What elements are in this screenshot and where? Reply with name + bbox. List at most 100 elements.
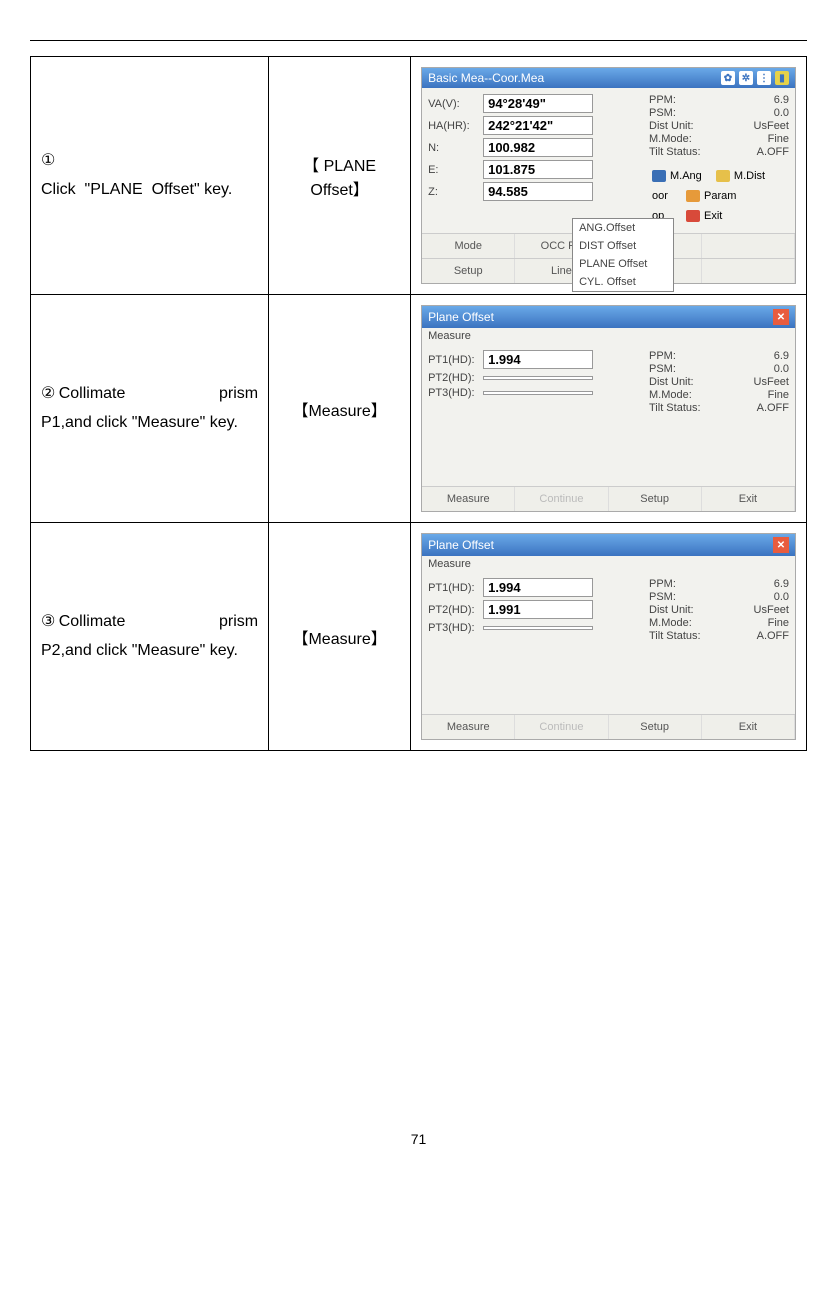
info-label: Dist Unit: [649, 120, 694, 132]
field-value: 1.994 [483, 578, 593, 597]
action-cell: 【Measure】 [269, 295, 411, 523]
info-label: Tilt Status: [649, 630, 701, 642]
info-value: 0.0 [774, 363, 789, 375]
page-number: 71 [30, 1131, 807, 1147]
window-title: Basic Mea--Coor.Mea [428, 71, 544, 85]
bottom-toolbar: Measure Continue Setup Exit [422, 486, 795, 511]
body-area: VA(V):94°28'49" HA(HR):242°21'42" N:100.… [422, 88, 795, 233]
circle-icon [652, 170, 666, 182]
screenshot-cell: Plane Offset ✕ Measure PT1(HD):1.994 PT2… [411, 295, 807, 523]
field-value: 101.875 [483, 160, 593, 179]
hidden-button [702, 259, 795, 283]
field-value [483, 391, 593, 395]
step-text: ③Collimate prism P2,and click "Measure" … [41, 608, 258, 666]
info-column: PPM:6.9 PSM:0.0 Dist Unit:UsFeet M.Mode:… [649, 578, 789, 708]
info-column: PPM:6.9 PSM:0.0 Dist Unit:UsFeet M.Mode:… [649, 350, 789, 480]
settings-icon[interactable]: ✲ [739, 71, 753, 85]
bluetooth-icon[interactable]: ⋮ [757, 71, 771, 85]
field-label: E: [428, 164, 483, 176]
window-title: Plane Offset [428, 310, 494, 324]
info-label: Dist Unit: [649, 604, 694, 616]
mode-button[interactable]: Mode [422, 234, 515, 258]
step-cell: ①Click "PLANE Offset" key. [31, 57, 269, 295]
table-row: ③Collimate prism P2,and click "Measure" … [31, 523, 807, 751]
field-label: PT3(HD): [428, 622, 483, 634]
field-value: 94.585 [483, 182, 593, 201]
screenshot-plane-offset-1: Plane Offset ✕ Measure PT1(HD):1.994 PT2… [421, 305, 796, 512]
bottom-toolbar: Measure Continue Setup Exit [422, 714, 795, 739]
exit-icon [686, 210, 700, 222]
field-value: 100.982 [483, 138, 593, 157]
info-value: 0.0 [774, 107, 789, 119]
info-label: PSM: [649, 591, 676, 603]
param-button[interactable]: oorParam [649, 187, 789, 205]
info-label: PPM: [649, 94, 676, 106]
field-label: HA(HR): [428, 120, 483, 132]
screenshot-cell: Plane Offset ✕ Measure PT1(HD):1.994 PT2… [411, 523, 807, 751]
close-icon[interactable]: ✕ [773, 309, 789, 325]
action-text: 【Measure】 [292, 403, 386, 420]
action-text: 【Measure】 [292, 631, 386, 648]
step-cell: ③Collimate prism P2,and click "Measure" … [31, 523, 269, 751]
field-label: PT2(HD): [428, 372, 483, 384]
exit-button[interactable]: Exit [702, 487, 795, 511]
info-value: Fine [768, 617, 789, 629]
info-value: A.OFF [757, 146, 789, 158]
info-value: UsFeet [754, 120, 789, 132]
field-value: 242°21'42" [483, 116, 593, 135]
table-row: ①Click "PLANE Offset" key. 【 PLANE Offse… [31, 57, 807, 295]
action-text: 【 PLANE Offset】 [303, 158, 376, 199]
measure-button[interactable]: Measure [422, 487, 515, 511]
info-value: 0.0 [774, 591, 789, 603]
setup-button[interactable]: Setup [609, 715, 702, 739]
section-label: Measure [422, 328, 795, 344]
measure-button[interactable]: Measure [422, 715, 515, 739]
info-value: Fine [768, 389, 789, 401]
info-value: A.OFF [757, 630, 789, 642]
menu-item[interactable]: PLANE Offset [573, 255, 673, 273]
info-label: PSM: [649, 107, 676, 119]
menu-item[interactable]: DIST Offset [573, 237, 673, 255]
step-text: ②Collimate prism P1,and click "Measure" … [41, 380, 258, 438]
setup-button[interactable]: Setup [422, 259, 515, 283]
info-value: 6.9 [774, 578, 789, 590]
info-label: PPM: [649, 350, 676, 362]
info-value: Fine [768, 133, 789, 145]
info-value: UsFeet [754, 376, 789, 388]
close-icon[interactable]: ✕ [773, 537, 789, 553]
field-value: 94°28'49" [483, 94, 593, 113]
field-label: PT1(HD): [428, 582, 483, 594]
action-cell: 【 PLANE Offset】 [269, 57, 411, 295]
info-value: A.OFF [757, 402, 789, 414]
titlebar: Plane Offset ✕ [422, 534, 795, 556]
continue-button: Continue [515, 487, 608, 511]
fields-column: PT1(HD):1.994 PT2(HD): PT3(HD): [428, 350, 641, 480]
info-value: 6.9 [774, 94, 789, 106]
field-label: PT3(HD): [428, 387, 483, 399]
mang-button[interactable]: M.Ang M.Dist [649, 167, 789, 185]
step-cell: ②Collimate prism P1,and click "Measure" … [31, 295, 269, 523]
gear-icon[interactable]: ✿ [721, 71, 735, 85]
info-label: Tilt Status: [649, 402, 701, 414]
titlebar: Plane Offset ✕ [422, 306, 795, 328]
field-value [483, 376, 593, 380]
fields-column: VA(V):94°28'49" HA(HR):242°21'42" N:100.… [428, 94, 641, 227]
info-label: Tilt Status: [649, 146, 701, 158]
section-label: Measure [422, 556, 795, 572]
step-text: ①Click "PLANE Offset" key. [41, 147, 258, 205]
exit-button[interactable]: Exit [702, 715, 795, 739]
info-label: Dist Unit: [649, 376, 694, 388]
info-value: UsFeet [754, 604, 789, 616]
field-label: Z: [428, 186, 483, 198]
info-label: M.Mode: [649, 389, 692, 401]
body-area: PT1(HD):1.994 PT2(HD):1.991 PT3(HD): PPM… [422, 572, 795, 714]
setup-button[interactable]: Setup [609, 487, 702, 511]
titlebar-icons: ✿ ✲ ⋮ ▮ [721, 71, 789, 85]
menu-item[interactable]: CYL. Offset [573, 273, 673, 291]
screenshot-plane-offset-2: Plane Offset ✕ Measure PT1(HD):1.994 PT2… [421, 533, 796, 740]
square-icon [716, 170, 730, 182]
menu-item[interactable]: ANG.Offset [573, 219, 673, 237]
table-row: ②Collimate prism P1,and click "Measure" … [31, 295, 807, 523]
info-label: PPM: [649, 578, 676, 590]
action-cell: 【Measure】 [269, 523, 411, 751]
